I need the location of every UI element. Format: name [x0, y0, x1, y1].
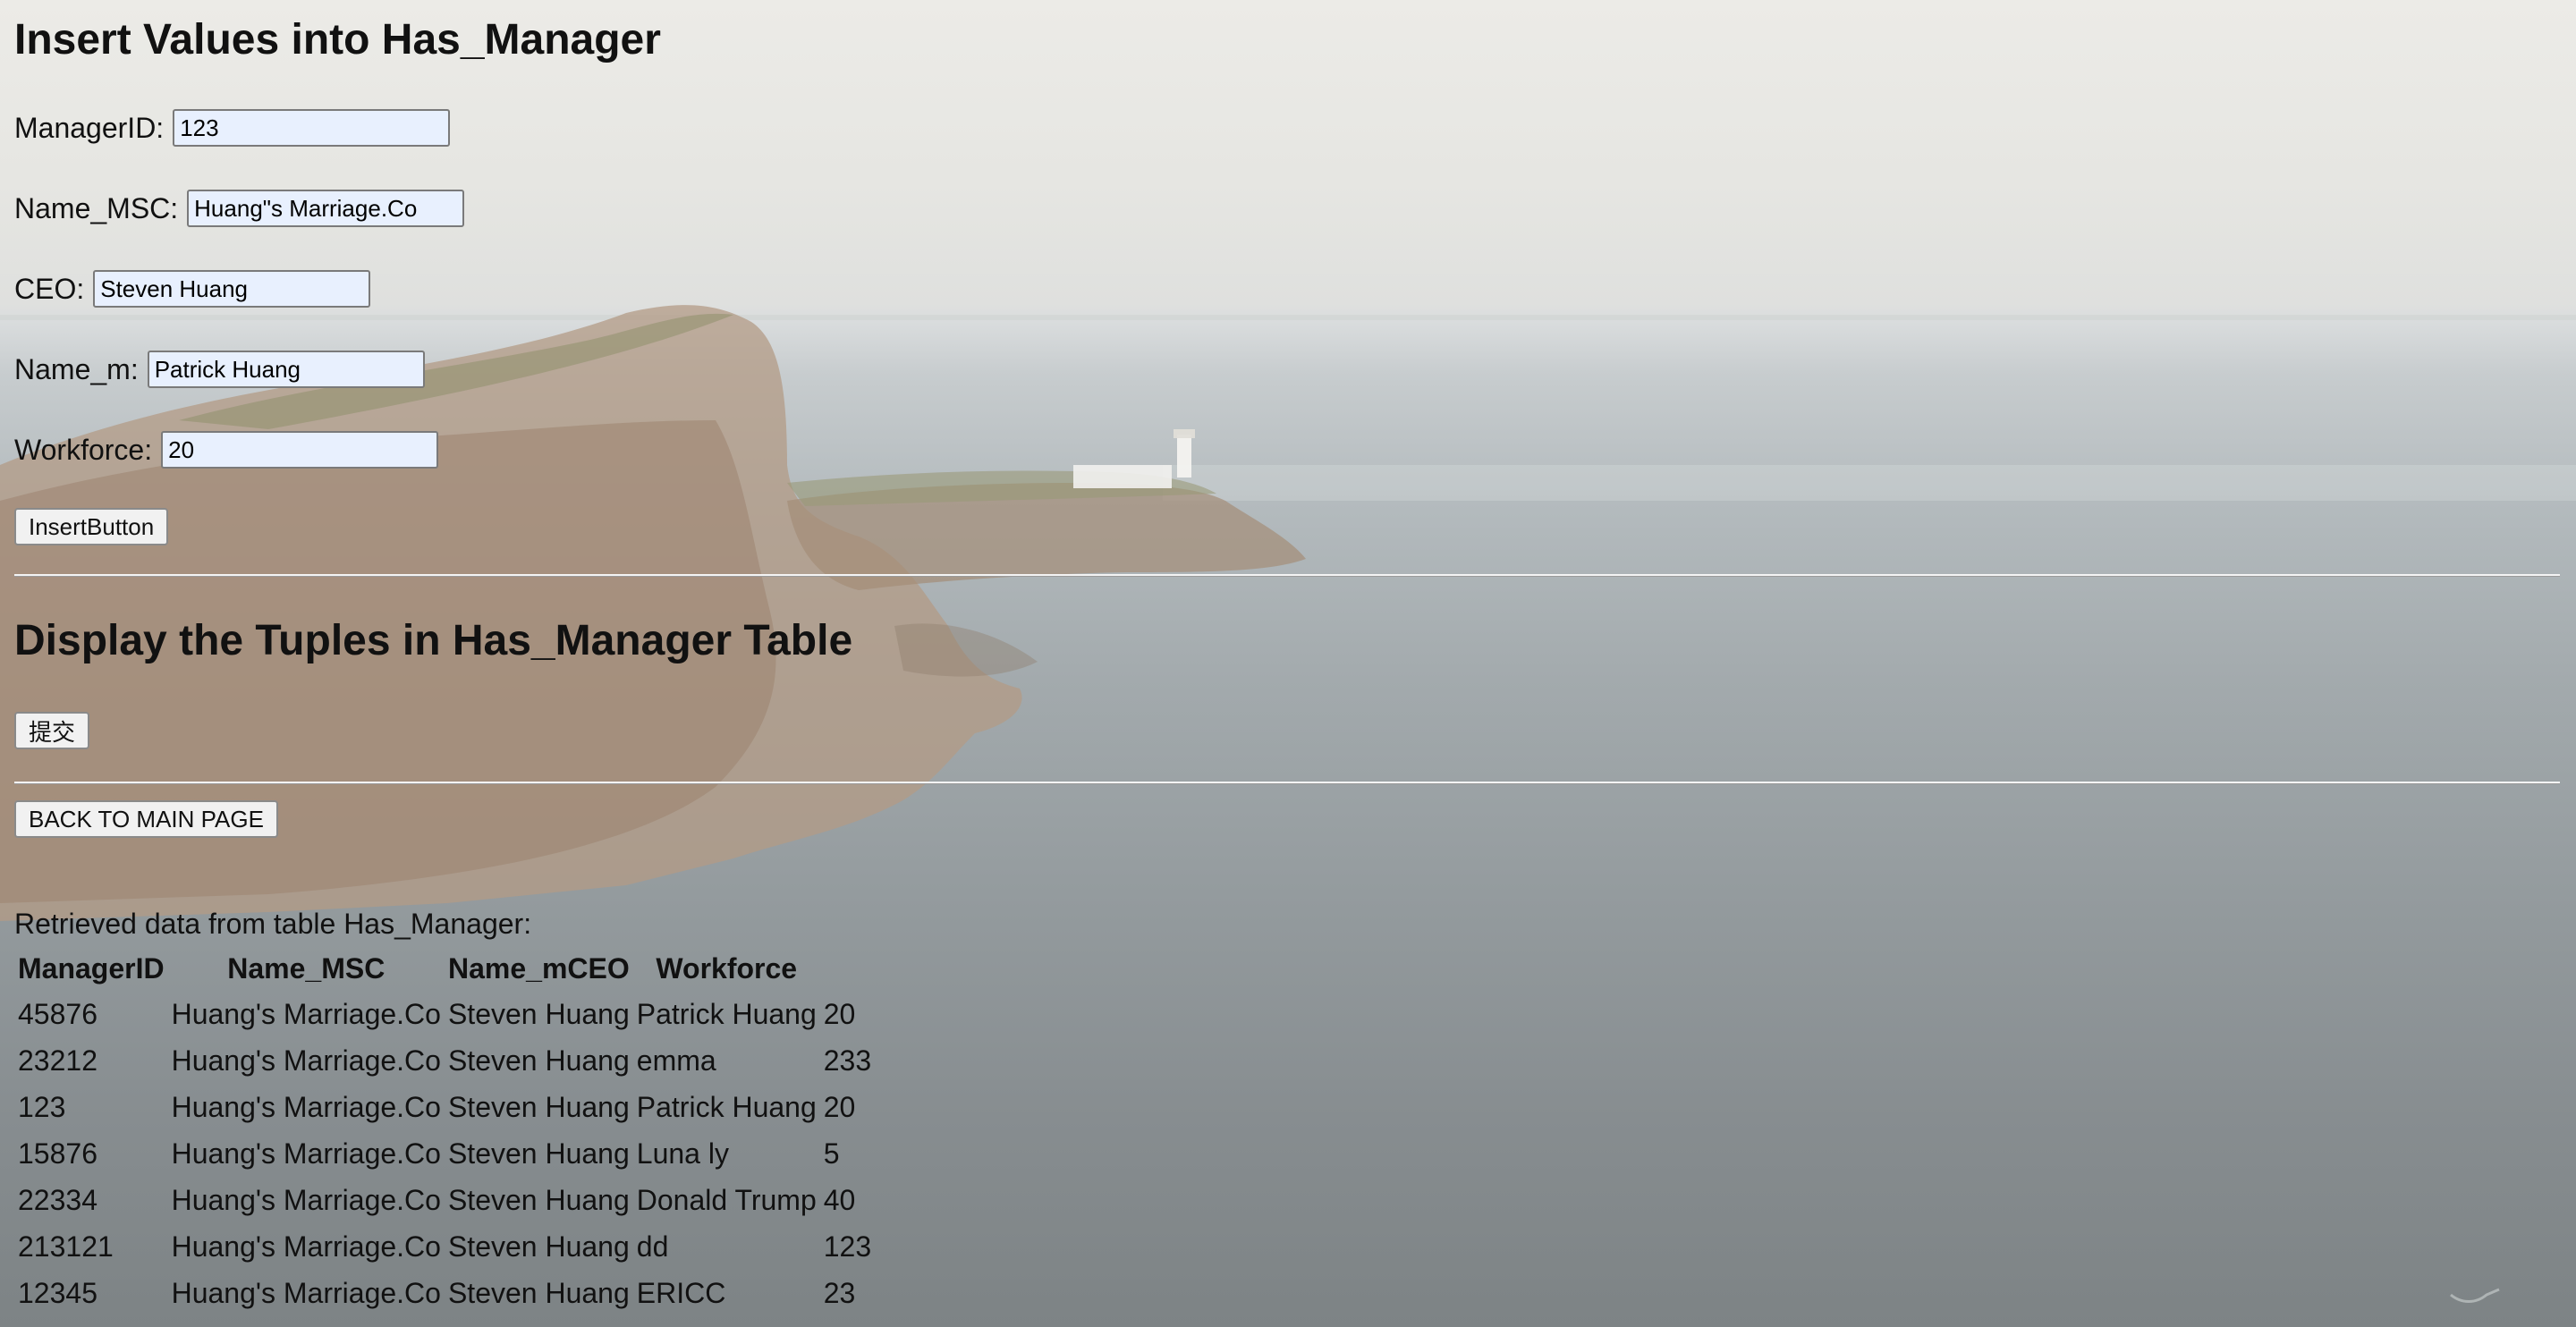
- table-cell: Huang's Marriage.Co: [171, 997, 441, 1030]
- table-row: 15876 Huang's Marriage.Co Steven Huang Luna…: [14, 1130, 875, 1177]
- managerid-input[interactable]: [173, 109, 451, 147]
- table-cell: 23212: [18, 1044, 97, 1077]
- table-row: 12345 Huang's Marriage.Co Steven Huang ERIC…: [14, 1270, 875, 1316]
- table-cell: Steven Huang: [447, 1183, 630, 1216]
- table-cell: Steven Huang: [447, 1090, 630, 1123]
- name-msc-input[interactable]: [187, 190, 465, 227]
- back-to-main-page-button[interactable]: BACK TO MAIN PAGE: [14, 800, 278, 838]
- table-cell: Huang's Marriage.Co: [171, 1276, 441, 1309]
- ceo-label: CEO:: [14, 272, 85, 305]
- results-table: ManagerID Name_MSC Name_mCEO Workforce 4…: [14, 947, 875, 1316]
- column-header-name-mceo: Name_mCEO: [447, 952, 630, 985]
- table-cell: Huang's Marriage.Co: [171, 1044, 441, 1077]
- table-cell: Huang's Marriage.Co: [171, 1137, 441, 1170]
- insert-button[interactable]: InsertButton: [14, 508, 169, 545]
- table-cell: 40: [823, 1183, 856, 1216]
- column-header-managerid: ManagerID: [18, 952, 165, 985]
- corner-swoosh-icon: [2450, 1288, 2500, 1303]
- managerid-label: ManagerID:: [14, 111, 165, 144]
- table-cell: 23: [823, 1276, 856, 1309]
- ceo-input[interactable]: [93, 270, 371, 308]
- table-row: 213121 Huang's Marriage.Co Steven Huang dd 1…: [14, 1223, 875, 1270]
- workforce-input[interactable]: [161, 431, 439, 469]
- table-cell: Patrick Huang: [636, 1090, 817, 1123]
- column-header-name-msc: Name_MSC: [227, 952, 386, 985]
- table-cell: Patrick Huang: [636, 997, 817, 1030]
- table-cell: Steven Huang: [447, 1230, 630, 1263]
- table-row: 22334 Huang's Marriage.Co Steven Huang Dona…: [14, 1177, 875, 1223]
- table-header-row: ManagerID Name_MSC Name_mCEO Workforce: [14, 947, 875, 991]
- table-cell: Steven Huang: [447, 1137, 630, 1170]
- name-msc-label: Name_MSC:: [14, 191, 179, 224]
- insert-section-title: Insert Values into Has_Manager: [14, 16, 661, 63]
- ceo-row: CEO:: [14, 269, 371, 309]
- results-caption: Retrieved data from table Has_Manager:: [14, 908, 532, 940]
- section-divider: [14, 782, 2560, 784]
- table-cell: dd: [636, 1230, 669, 1263]
- section-divider: [14, 574, 2560, 577]
- table-cell: Steven Huang: [447, 997, 630, 1030]
- table-cell: emma: [636, 1044, 716, 1077]
- table-cell: Huang's Marriage.Co: [171, 1230, 441, 1263]
- name-m-label: Name_m:: [14, 352, 139, 385]
- table-cell: Huang's Marriage.Co: [171, 1183, 441, 1216]
- table-row: 45876 Huang's Marriage.Co Steven Huang Patr…: [14, 991, 875, 1037]
- table-cell: 123: [18, 1090, 66, 1123]
- table-cell: Luna ly: [636, 1137, 729, 1170]
- table-cell: ERICC: [636, 1276, 726, 1309]
- name-msc-row: Name_MSC:: [14, 189, 465, 228]
- column-header-workforce: Workforce: [656, 952, 798, 985]
- managerid-row: ManagerID:: [14, 108, 451, 148]
- column-header-blank: [820, 947, 875, 991]
- table-cell: 233: [823, 1044, 872, 1077]
- table-cell: 12345: [18, 1276, 97, 1309]
- name-m-row: Name_m:: [14, 350, 425, 389]
- table-cell: 22334: [18, 1183, 97, 1216]
- table-cell: 20: [823, 1090, 856, 1123]
- results-table-body: 45876 Huang's Marriage.Co Steven Huang Patr…: [14, 991, 875, 1316]
- table-cell: Steven Huang: [447, 1044, 630, 1077]
- table-cell: 15876: [18, 1137, 97, 1170]
- display-section-title: Display the Tuples in Has_Manager Table: [14, 617, 853, 664]
- table-cell: 213121: [18, 1230, 114, 1263]
- name-m-input[interactable]: [147, 351, 425, 388]
- workforce-label: Workforce:: [14, 433, 153, 466]
- table-cell: 45876: [18, 997, 97, 1030]
- table-row: 23212 Huang's Marriage.Co Steven Huang emma…: [14, 1037, 875, 1084]
- table-row: 123 Huang's Marriage.Co Steven Huang Patric…: [14, 1084, 875, 1130]
- submit-button[interactable]: 提交: [14, 712, 90, 749]
- workforce-row: Workforce:: [14, 430, 439, 469]
- table-cell: 123: [823, 1230, 872, 1263]
- table-cell: Donald Trump: [636, 1183, 817, 1216]
- table-cell: Steven Huang: [447, 1276, 630, 1309]
- table-cell: 20: [823, 997, 856, 1030]
- table-cell: Huang's Marriage.Co: [171, 1090, 441, 1123]
- table-cell: 5: [823, 1137, 840, 1170]
